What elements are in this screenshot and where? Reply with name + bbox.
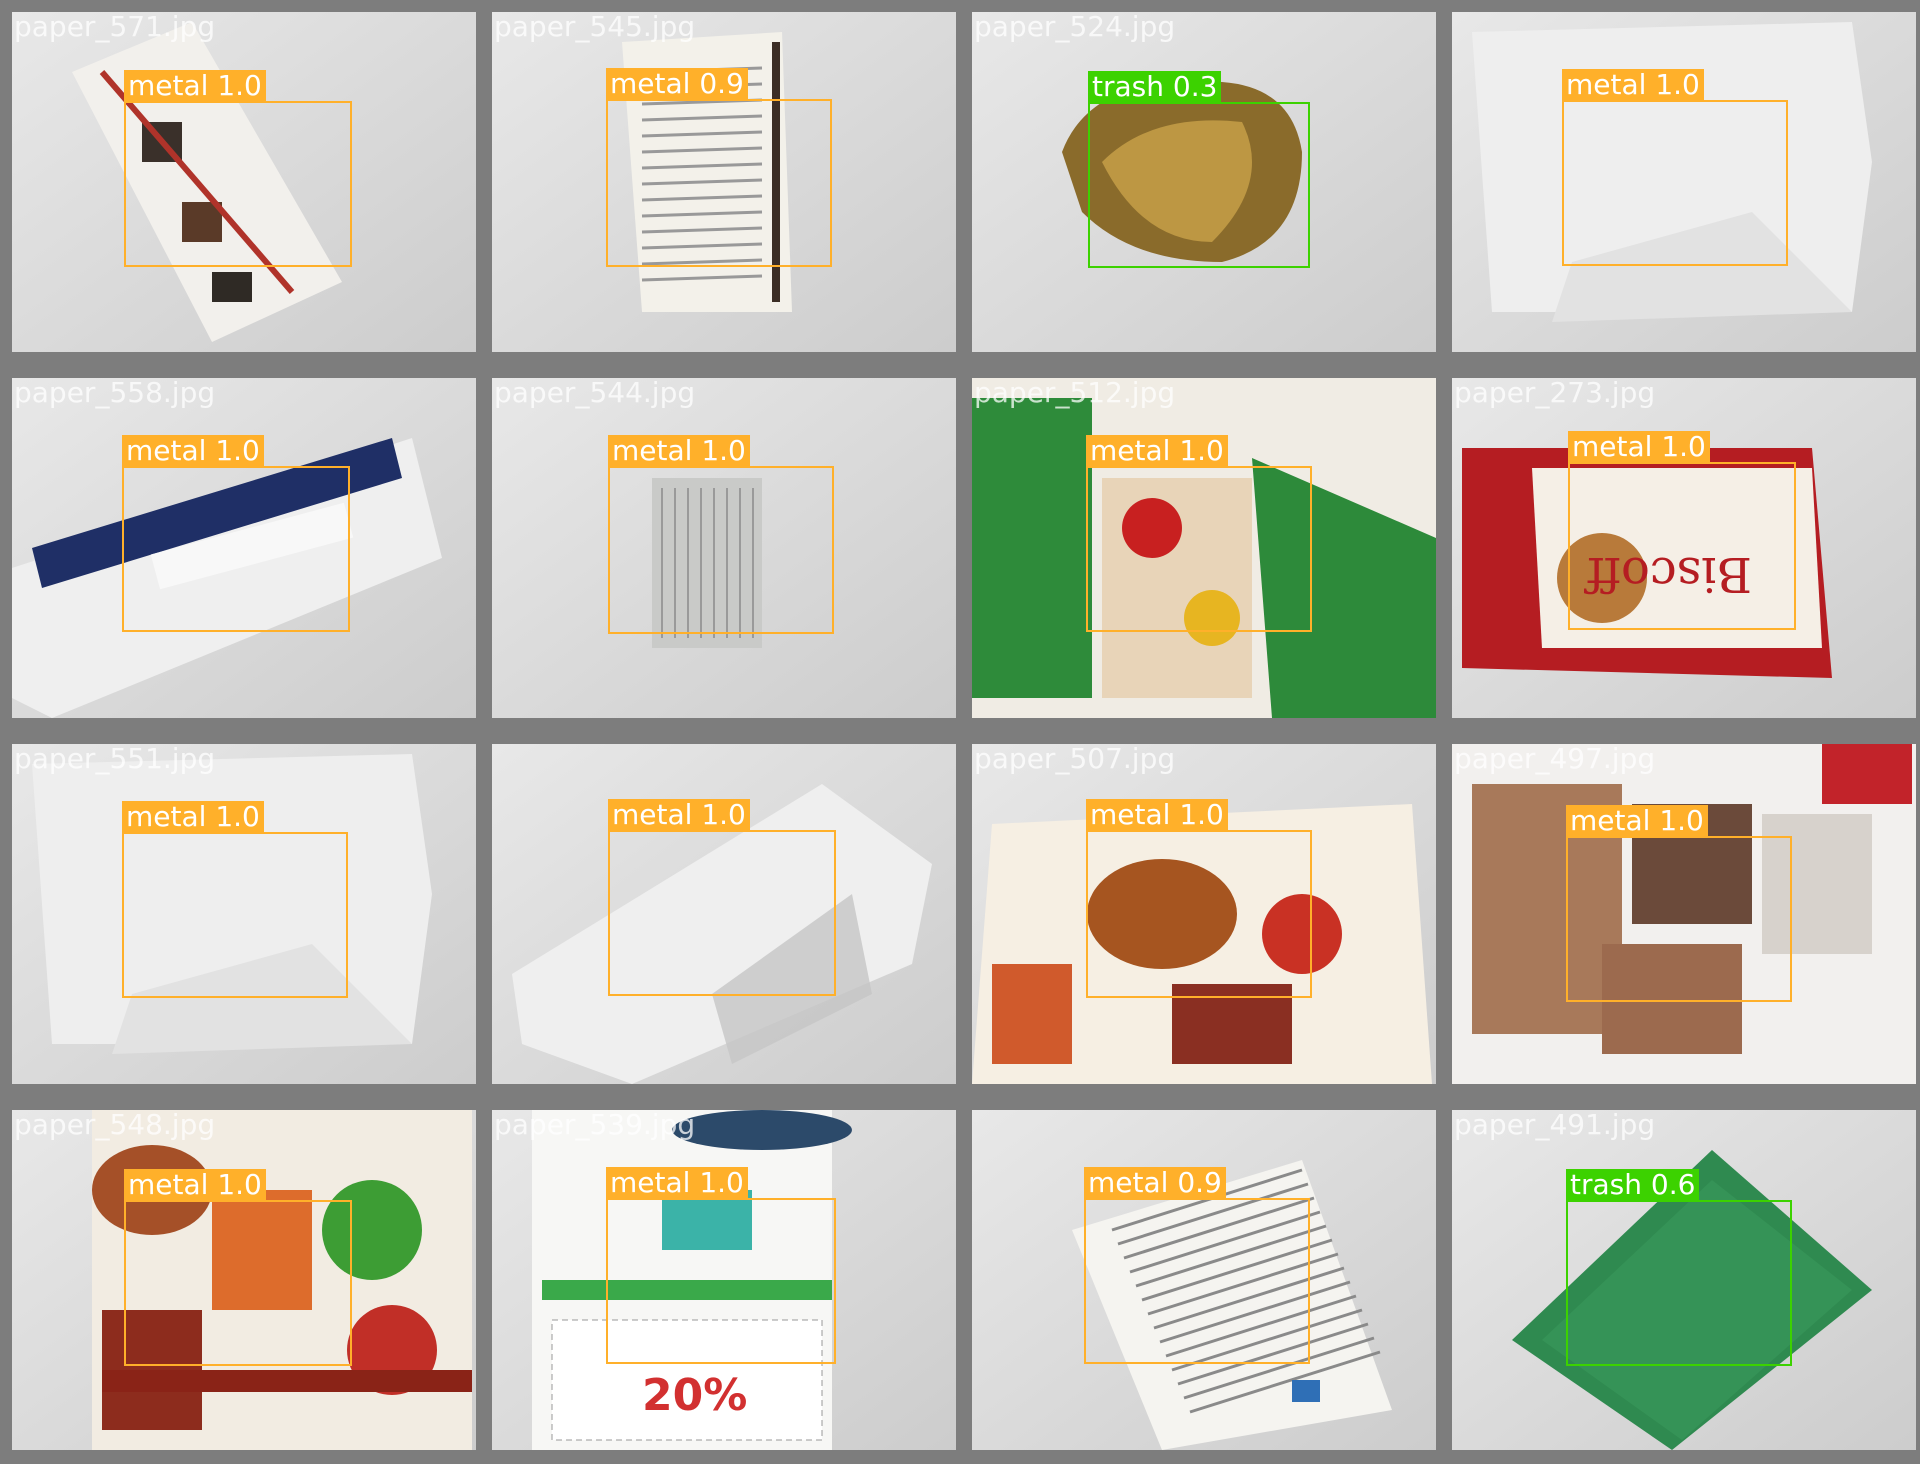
bounding-box: metal 0.9: [606, 68, 832, 267]
filename-label: paper_551.jpg: [14, 744, 216, 775]
detection-label: metal 1.0: [1562, 69, 1704, 101]
bounding-box: metal 1.0: [1566, 805, 1792, 1002]
filename-label: paper_524.jpg: [974, 12, 1176, 43]
detection-label: metal 1.0: [124, 1169, 266, 1201]
filename-label: paper_571.jpg: [14, 12, 216, 43]
filename-label: paper_497.jpg: [1454, 744, 1656, 775]
bounding-box: trash 0.6: [1566, 1169, 1792, 1366]
image-tile: metal 0.9: [972, 1110, 1436, 1450]
image-tile: Biscoff metal 1.0 paper_273.jpg: [1452, 378, 1916, 718]
detection-label: metal 1.0: [1566, 805, 1708, 837]
filename-label: paper_507.jpg: [974, 744, 1176, 775]
detection-label: metal 1.0: [1086, 435, 1228, 467]
image-tile: metal 0.9 paper_545.jpg: [492, 12, 956, 352]
detection-label: trash 0.6: [1566, 1169, 1700, 1201]
filename-label: paper_545.jpg: [494, 12, 696, 43]
image-tile: metal 1.0 paper_507.jpg: [972, 744, 1436, 1084]
bounding-box: metal 1.0: [1086, 799, 1312, 998]
bounding-box: metal 1.0: [1086, 435, 1312, 632]
bounding-box: metal 1.0: [124, 1169, 352, 1366]
filename-label: paper_548.jpg: [14, 1110, 216, 1141]
bounding-box: metal 1.0: [122, 801, 348, 998]
detection-label: metal 1.0: [122, 801, 264, 833]
image-tile: metal 1.0 paper_551.jpg: [12, 744, 476, 1084]
image-tile: metal 1.0 paper_497.jpg: [1452, 744, 1916, 1084]
bounding-box: metal 1.0: [608, 435, 834, 634]
detection-label: metal 0.9: [606, 68, 748, 100]
filename-label: paper_512.jpg: [974, 378, 1176, 409]
detection-label: metal 1.0: [1568, 431, 1710, 463]
detection-label: metal 1.0: [122, 435, 264, 467]
bounding-box: trash 0.3: [1088, 71, 1310, 268]
image-tile: metal 1.0 paper_512.jpg: [972, 378, 1436, 718]
detection-label: metal 1.0: [606, 1167, 748, 1199]
bounding-box: metal 0.9: [1084, 1167, 1310, 1364]
detection-label: metal 0.9: [1084, 1167, 1226, 1199]
filename-label: paper_558.jpg: [14, 378, 216, 409]
bounding-box: metal 1.0: [606, 1167, 836, 1364]
bounding-box: metal 1.0: [1568, 431, 1796, 630]
detection-label: metal 1.0: [608, 435, 750, 467]
detection-label: metal 1.0: [124, 70, 266, 102]
image-tile: metal 1.0 paper_571.jpg: [12, 12, 476, 352]
image-tile: 20% metal 1.0 paper_539.jpg: [492, 1110, 956, 1450]
filename-label: paper_539.jpg: [494, 1110, 696, 1141]
image-tile: metal 1.0 paper_544.jpg: [492, 378, 956, 718]
detection-label: metal 1.0: [1086, 799, 1228, 831]
image-tile: trash 0.3 paper_524.jpg: [972, 12, 1436, 352]
filename-label: paper_544.jpg: [494, 378, 696, 409]
filename-label: paper_491.jpg: [1454, 1110, 1656, 1141]
bounding-box: metal 1.0: [608, 799, 836, 996]
image-tile: metal 1.0 paper_548.jpg: [12, 1110, 476, 1450]
bounding-box: metal 1.0: [124, 70, 352, 267]
image-tile: trash 0.6 paper_491.jpg: [1452, 1110, 1916, 1450]
bounding-box: metal 1.0: [1562, 69, 1788, 266]
image-tile: metal 1.0 paper_558.jpg: [12, 378, 476, 718]
detection-label: metal 1.0: [608, 799, 750, 831]
image-tile: metal 1.0: [1452, 12, 1916, 352]
image-tile: metal 1.0: [492, 744, 956, 1084]
detection-label: trash 0.3: [1088, 71, 1222, 103]
svg-text:20%: 20%: [642, 1370, 747, 1421]
bounding-box: metal 1.0: [122, 435, 350, 632]
filename-label: paper_273.jpg: [1454, 378, 1656, 409]
